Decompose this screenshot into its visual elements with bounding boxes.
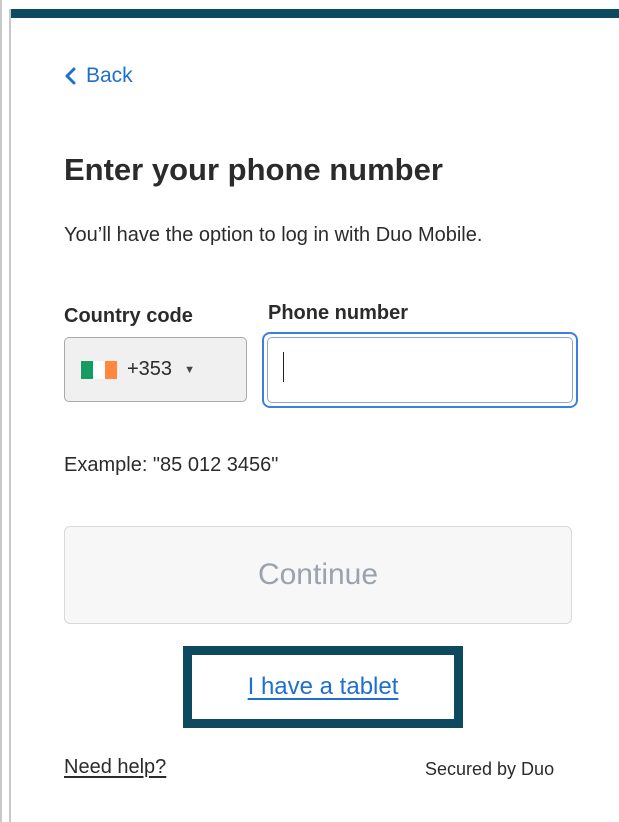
top-accent-bar [9,9,619,18]
text-cursor [283,352,284,382]
country-code-label: Country code [64,305,193,327]
phone-number-input[interactable] [267,337,573,403]
caret-down-icon: ▼ [184,363,195,376]
phone-input-focus-ring [262,332,578,408]
continue-button[interactable]: Continue [64,526,572,624]
back-label: Back [86,64,133,87]
secured-by-duo: Secured by Duo [425,759,555,779]
ireland-flag-icon [81,360,117,379]
need-help-link[interactable]: Need help? [64,756,166,779]
back-link[interactable]: Back [64,64,133,88]
chevron-left-icon [64,67,76,85]
left-border [9,9,11,822]
phone-number-label: Phone number [268,302,409,324]
example-hint: Example: "85 012 3456" [64,454,279,476]
country-code-select[interactable]: +353 ▼ [64,337,247,402]
page-subtitle: You’ll have the option to log in with Du… [64,224,483,246]
tablet-link-highlight: I have a tablet [183,646,463,728]
tablet-link[interactable]: I have a tablet [248,673,399,701]
page-title: Enter your phone number [64,152,443,187]
country-code-value: +353 [127,358,173,380]
